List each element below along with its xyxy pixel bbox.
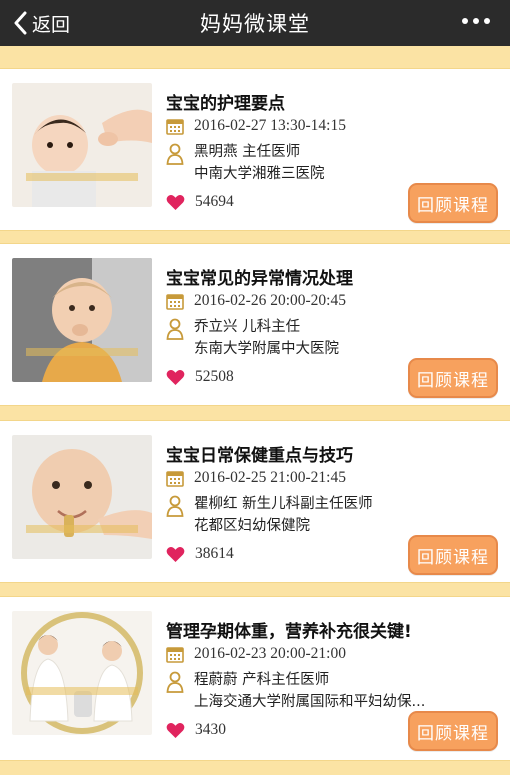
teacher-info: 瞿柳红 新生儿科副主任医师 花都区妇幼保健院 bbox=[166, 493, 373, 537]
teacher-hospital: 花都区妇幼保健院 bbox=[194, 518, 310, 534]
review-course-button[interactable]: 回顾课程 bbox=[408, 711, 498, 751]
course-card[interactable]: 宝宝常见的异常情况处理 2016-02-26 20:00-20:45 乔立兴 儿… bbox=[0, 243, 510, 406]
likes-count: 38614 bbox=[195, 545, 234, 562]
course-card[interactable]: 宝宝日常保健重点与技巧 2016-02-25 21:00-21:45 瞿柳红 新… bbox=[0, 420, 510, 583]
teacher-hospital: 中南大学湘雅三医院 bbox=[194, 166, 325, 182]
likes-row: 54694 bbox=[166, 193, 234, 211]
review-course-button[interactable]: 回顾课程 bbox=[408, 535, 498, 575]
teacher-info: 乔立兴 儿科主任 东南大学附属中大医院 bbox=[166, 316, 339, 360]
course-title: 宝宝日常保健重点与技巧 bbox=[166, 446, 353, 466]
review-course-button[interactable]: 回顾课程 bbox=[408, 183, 498, 223]
course-datetime: 2016-02-25 21:00-21:45 bbox=[194, 469, 346, 486]
teacher-name: 黑明燕 主任医师 bbox=[194, 144, 301, 160]
person-icon bbox=[166, 671, 184, 693]
heart-icon bbox=[166, 194, 185, 210]
course-thumbnail[interactable] bbox=[12, 83, 152, 207]
course-datetime: 2016-02-27 13:30-14:15 bbox=[194, 117, 346, 134]
likes-row: 52508 bbox=[166, 368, 234, 386]
course-thumbnail[interactable] bbox=[12, 611, 152, 735]
person-icon bbox=[166, 495, 184, 517]
top-bar: 返回 妈妈微课堂 bbox=[0, 0, 510, 46]
course-datetime: 2016-02-26 20:00-20:45 bbox=[194, 292, 346, 309]
course-date: 2016-02-26 20:00-20:45 bbox=[166, 292, 346, 310]
heart-icon bbox=[166, 722, 185, 738]
course-date: 2016-02-27 13:30-14:15 bbox=[166, 117, 346, 135]
teacher-info: 黑明燕 主任医师 中南大学湘雅三医院 bbox=[166, 141, 325, 185]
more-icon[interactable] bbox=[462, 18, 490, 24]
person-icon bbox=[166, 143, 184, 165]
teacher-info: 程蔚蔚 产科主任医师 上海交通大学附属国际和平妇幼保... bbox=[166, 669, 425, 713]
teacher-name: 乔立兴 儿科主任 bbox=[194, 319, 301, 335]
course-card[interactable]: 管理孕期体重，营养补充很关键! 2016-02-23 20:00-21:00 程… bbox=[0, 596, 510, 761]
course-date: 2016-02-25 21:00-21:45 bbox=[166, 469, 346, 487]
review-course-button[interactable]: 回顾课程 bbox=[408, 358, 498, 398]
likes-row: 3430 bbox=[166, 721, 226, 739]
teacher-hospital: 上海交通大学附属国际和平妇幼保... bbox=[194, 694, 426, 710]
heart-icon bbox=[166, 369, 185, 385]
course-datetime: 2016-02-23 20:00-21:00 bbox=[194, 645, 346, 662]
teacher-hospital: 东南大学附属中大医院 bbox=[194, 341, 339, 357]
course-title: 宝宝常见的异常情况处理 bbox=[166, 269, 353, 289]
course-card[interactable]: 宝宝的护理要点 2016-02-27 13:30-14:15 黑明燕 主任医师 … bbox=[0, 68, 510, 231]
course-thumbnail[interactable] bbox=[12, 435, 152, 559]
person-icon bbox=[166, 318, 184, 340]
calendar-icon bbox=[166, 471, 184, 487]
teacher-name: 瞿柳红 新生儿科副主任医师 bbox=[194, 496, 373, 512]
page-title: 妈妈微课堂 bbox=[200, 12, 310, 36]
likes-count: 54694 bbox=[195, 193, 234, 210]
calendar-icon bbox=[166, 647, 184, 663]
course-date: 2016-02-23 20:00-21:00 bbox=[166, 645, 346, 663]
likes-count: 3430 bbox=[195, 721, 226, 738]
course-title: 宝宝的护理要点 bbox=[166, 94, 285, 114]
teacher-name: 程蔚蔚 产科主任医师 bbox=[194, 672, 330, 688]
heart-icon bbox=[166, 546, 185, 562]
calendar-icon bbox=[166, 119, 184, 135]
course-thumbnail[interactable] bbox=[12, 258, 152, 382]
likes-row: 38614 bbox=[166, 545, 234, 563]
course-title: 管理孕期体重，营养补充很关键! bbox=[166, 622, 412, 642]
calendar-icon bbox=[166, 294, 184, 310]
likes-count: 52508 bbox=[195, 368, 234, 385]
